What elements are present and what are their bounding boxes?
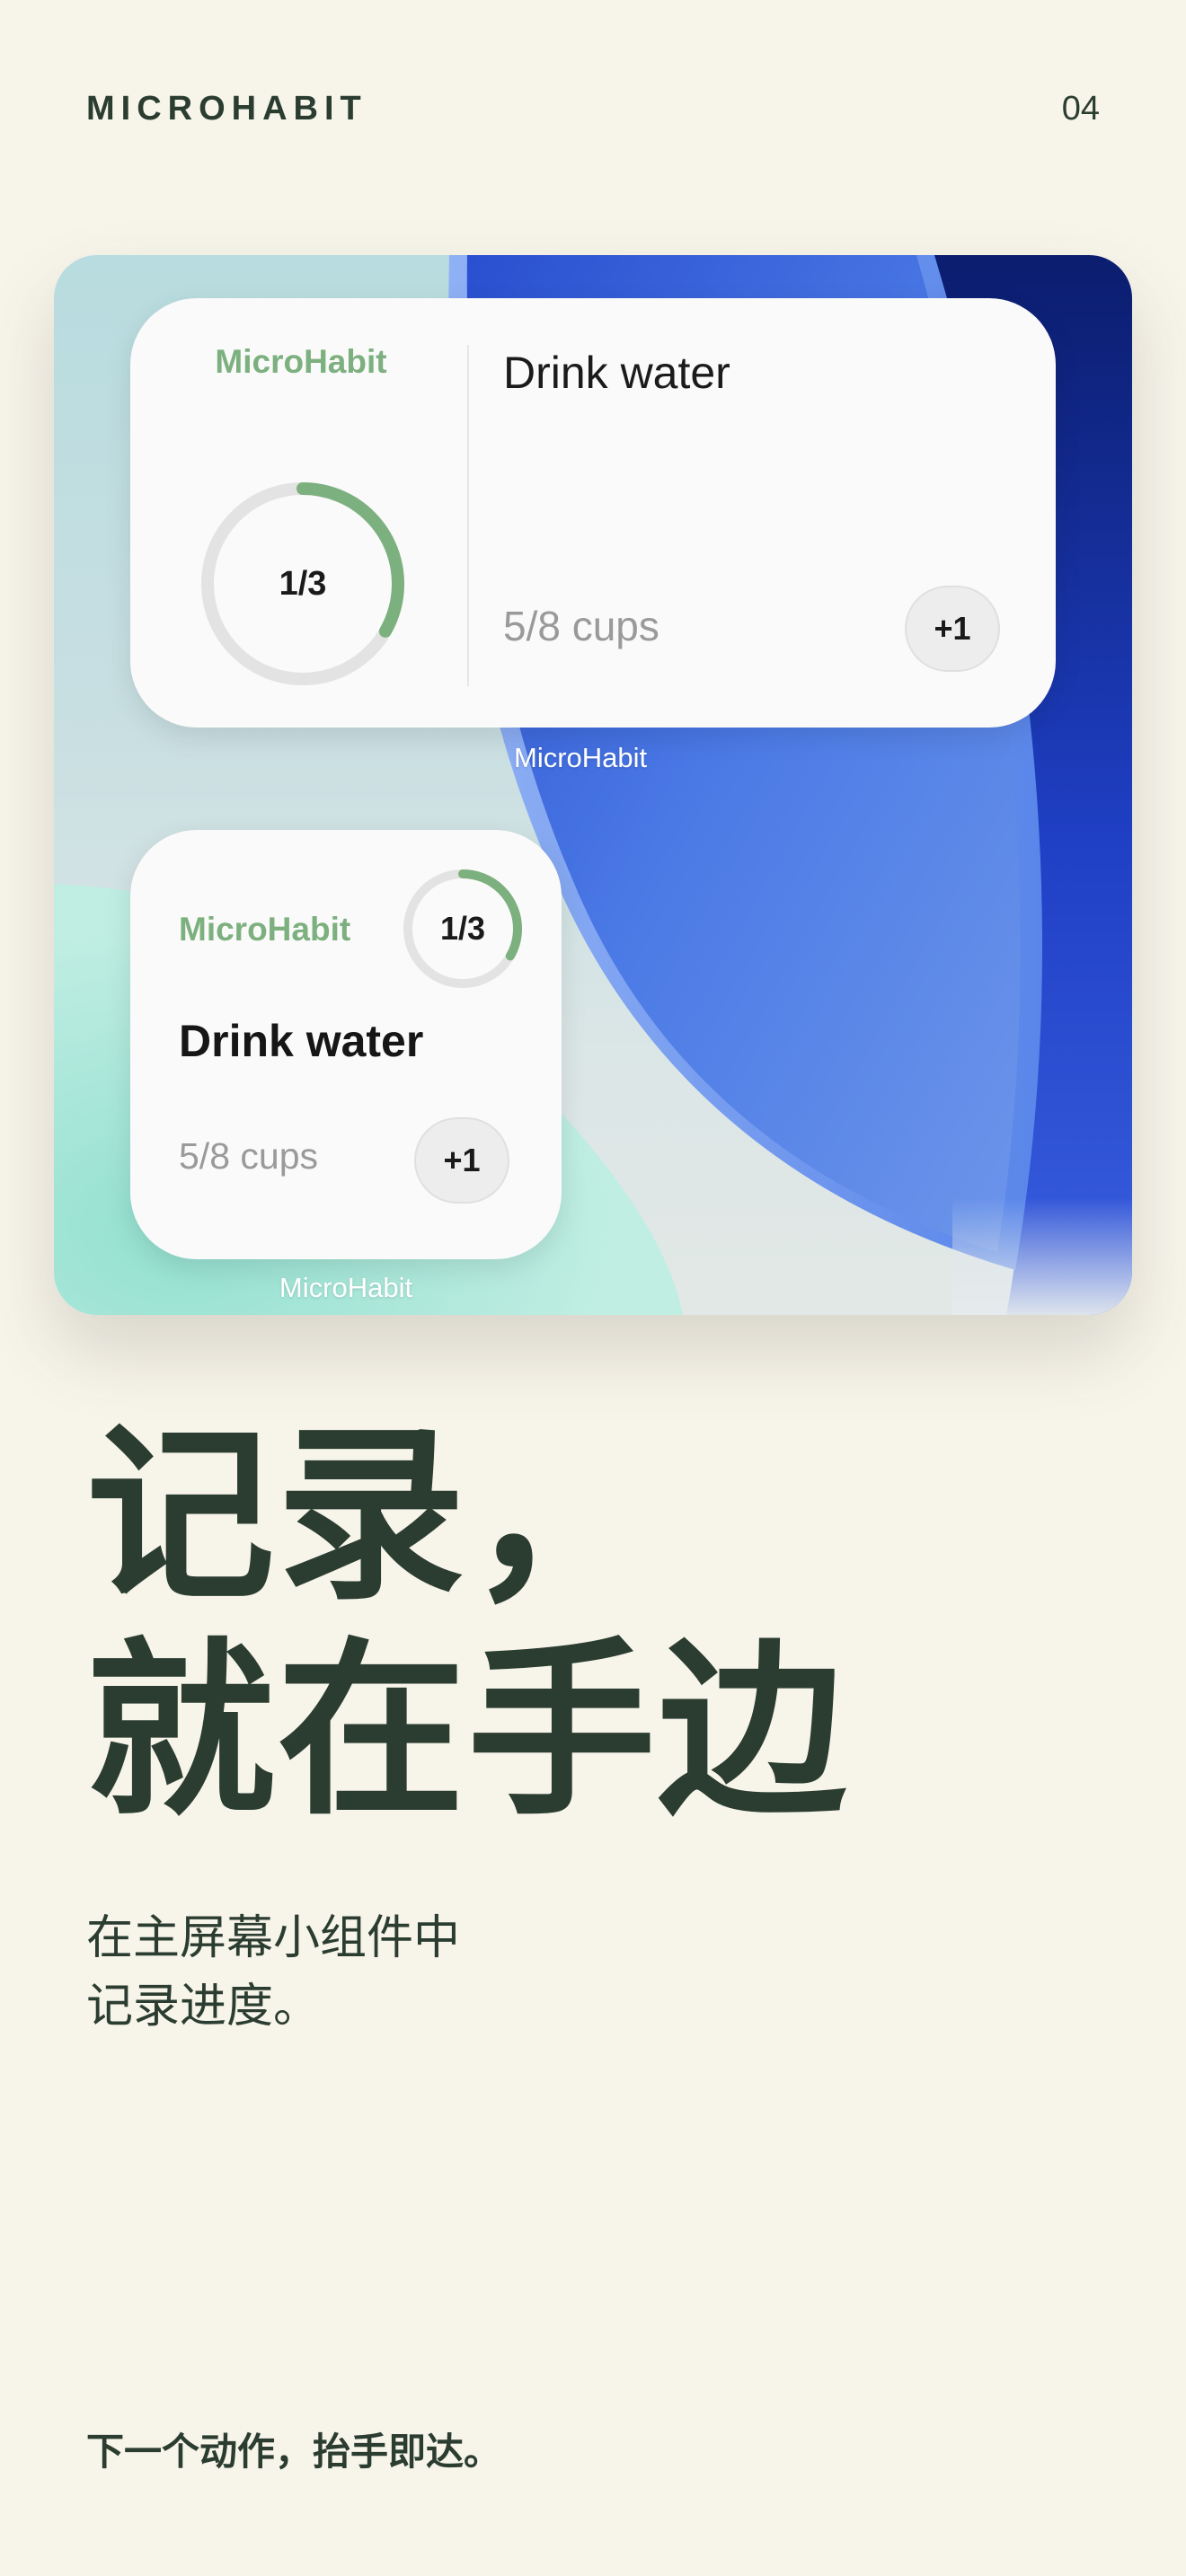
widget-app-name: MicroHabit <box>179 911 351 948</box>
widget-divider <box>467 345 469 686</box>
brand-wordmark: MICROHABIT <box>86 90 367 128</box>
habit-count: 5/8 cups <box>503 603 659 649</box>
widget-home-label-text: MicroHabit <box>514 742 648 773</box>
increment-button[interactable]: +1 <box>905 586 1000 672</box>
progress-ring: 1/3 <box>197 478 409 690</box>
habit-count: 5/8 cups <box>179 1135 318 1177</box>
habit-widget-medium[interactable]: MicroHabit 1/3 Drink water 5/8 cups +1 <box>130 298 1056 728</box>
headline-line-2: 就在手边 <box>86 1621 849 1841</box>
increment-button[interactable]: +1 <box>414 1117 509 1204</box>
habit-name: Drink water <box>179 1016 424 1066</box>
habit-name: Drink water <box>503 348 730 398</box>
headline-line-1: 记录， <box>86 1406 659 1626</box>
description-line-1: 在主屏幕小组件中 <box>86 1911 461 1965</box>
widget-home-label: MicroHabit <box>279 1272 413 1303</box>
progress-text: 1/3 <box>439 910 486 947</box>
progress-text: 1/3 <box>279 564 327 603</box>
onboarding-page: MICROHABIT 04 MicroHabit 1/3 Drink water… <box>0 0 1186 2576</box>
page-number: 04 <box>1061 90 1100 128</box>
progress-ring: 1/3 <box>400 866 526 992</box>
description: 在主屏幕小组件中 记录进度。 <box>86 1904 460 2041</box>
habit-widget-small[interactable]: MicroHabit 1/3 Drink water 5/8 cups +1 <box>130 830 562 1259</box>
widget-app-name: MicroHabit <box>215 343 387 380</box>
headline: 记录， 就在手边 <box>86 1408 848 1839</box>
description-line-2: 记录进度。 <box>86 1980 321 2033</box>
footer-tagline: 下一个动作，抬手即达。 <box>86 2430 502 2474</box>
homescreen-preview: MicroHabit 1/3 Drink water 5/8 cups +1 M… <box>54 255 1132 1315</box>
